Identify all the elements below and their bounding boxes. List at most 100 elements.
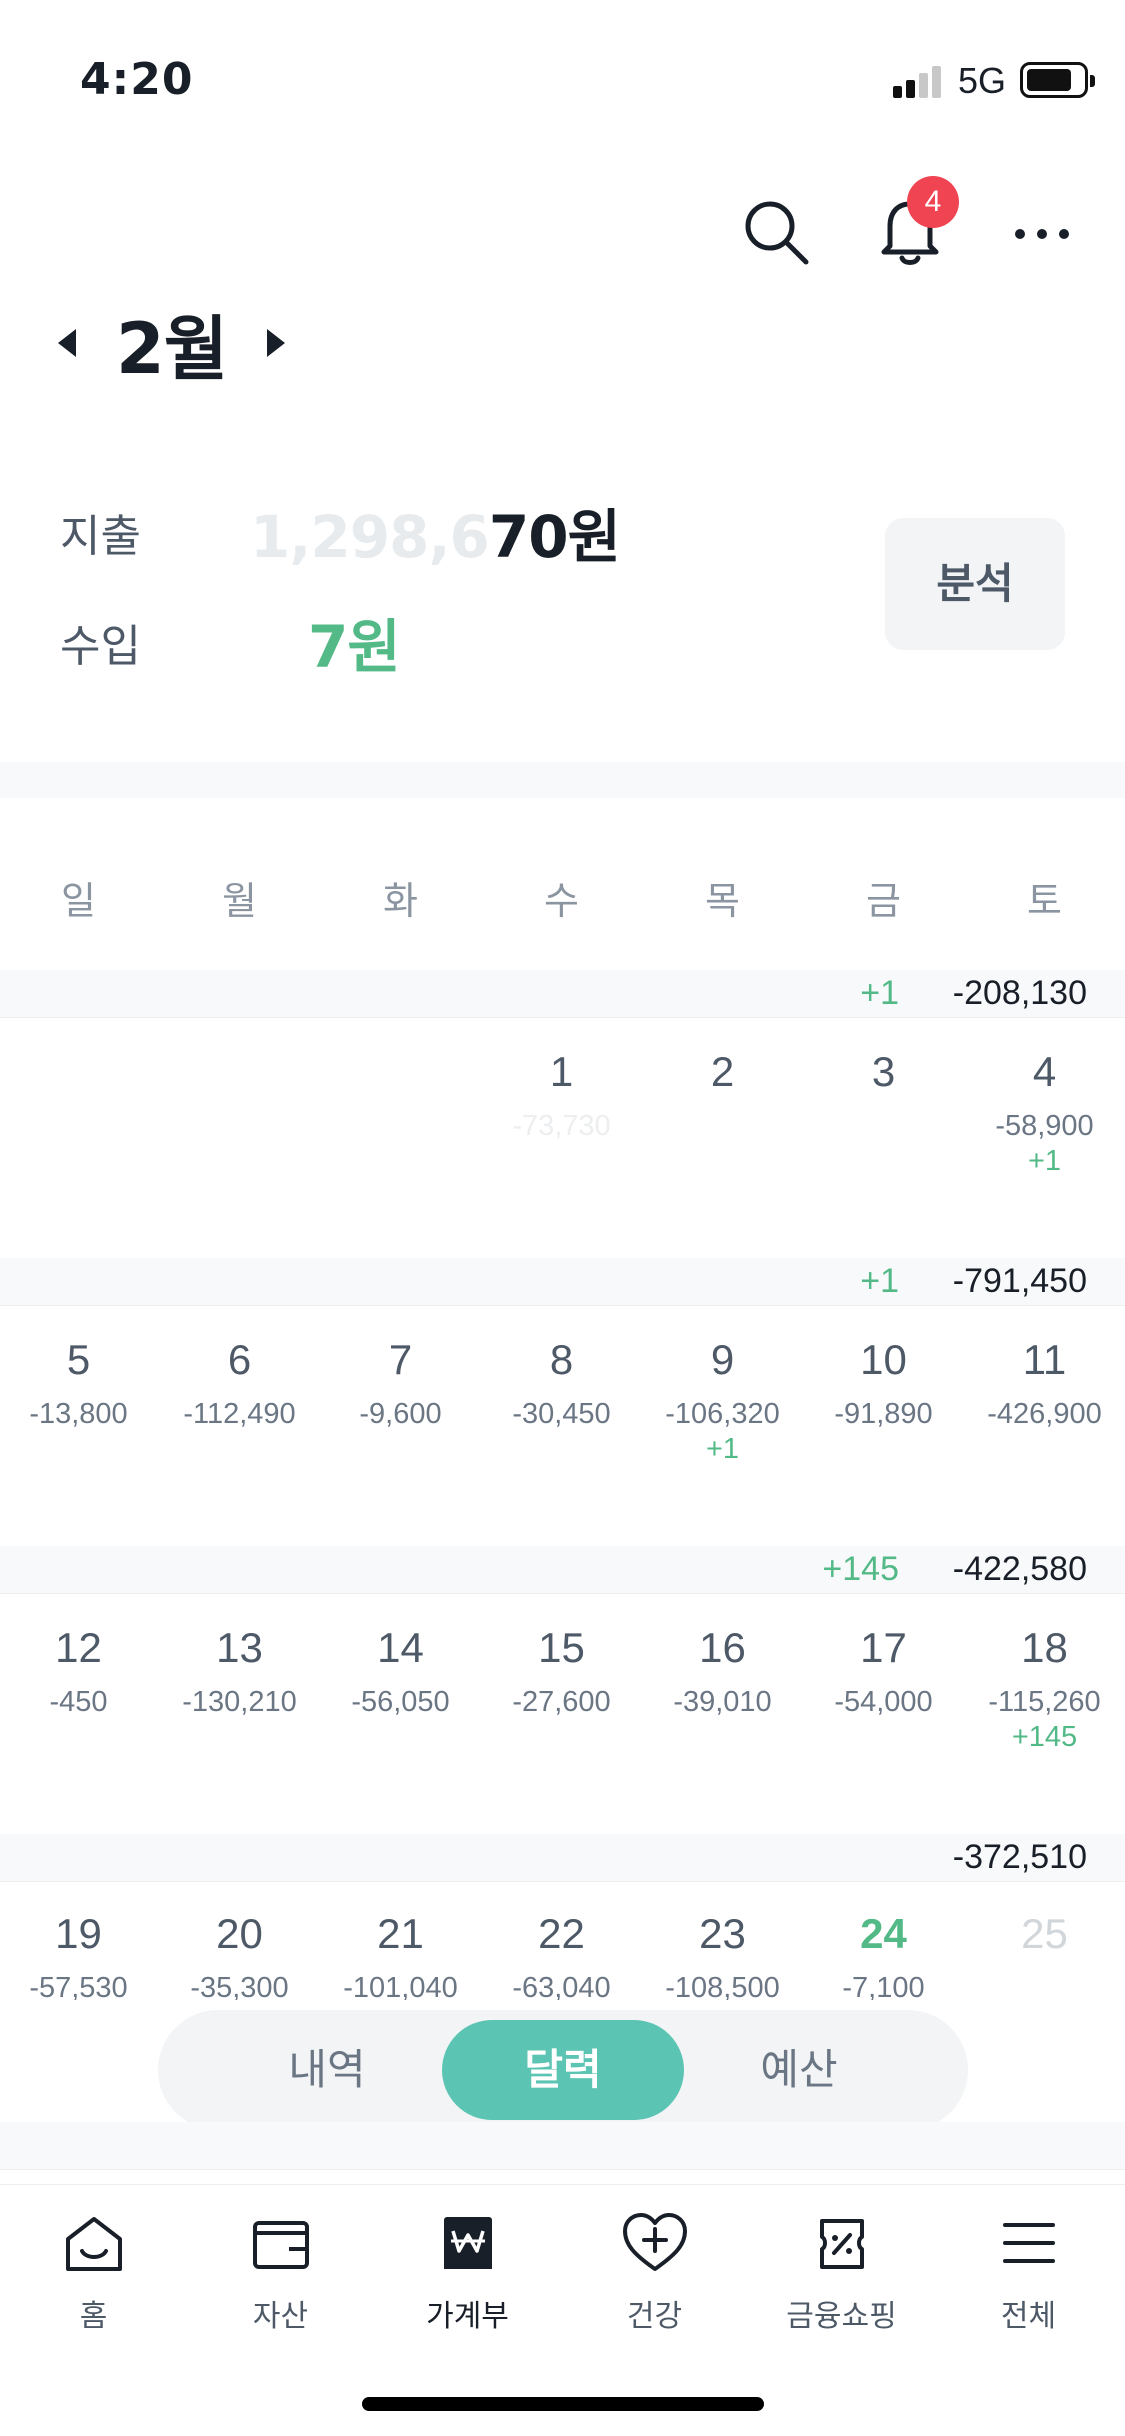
more-icon — [1015, 229, 1069, 239]
day-expense: -30,450 — [512, 1398, 611, 1430]
won-book-icon — [443, 2217, 492, 2269]
calendar-day[interactable]: 2 — [642, 1044, 803, 1100]
weekday-label: 월 — [222, 879, 257, 923]
calendar-day[interactable]: 7 -9,600 — [320, 1332, 481, 1432]
tab-all[interactable]: 전체 — [935, 2211, 1122, 2335]
day-income: +145 — [1011, 1721, 1078, 1753]
calendar-day[interactable]: 3 — [803, 1044, 964, 1100]
status-time: 4:20 — [80, 54, 194, 105]
calendar-day[interactable]: 20 -35,300 — [159, 1906, 320, 2000]
calendar-day[interactable]: 25 — [964, 1906, 1125, 1962]
calendar-day[interactable]: 16 -39,010 — [642, 1620, 803, 1720]
day-number: 17 — [860, 1624, 907, 1671]
day-number: 4 — [1032, 1048, 1057, 1095]
day-number: 19 — [55, 1910, 102, 1957]
day-number: 11 — [1022, 1336, 1067, 1383]
segment-history[interactable]: 내역 — [206, 2020, 448, 2120]
calendar-day[interactable]: 18 -115,260 +145 — [964, 1620, 1125, 1754]
day-expense: -450 — [49, 1686, 108, 1718]
week-income: +1 — [860, 1262, 899, 1300]
week-total: -372,510 — [952, 1838, 1087, 1876]
day-income: +1 — [1027, 1145, 1062, 1177]
notification-badge: 4 — [907, 176, 959, 228]
segment-calendar[interactable]: 달력 — [442, 2020, 684, 2120]
search-icon — [745, 201, 809, 265]
prev-month-icon[interactable] — [58, 329, 76, 357]
tab-label: 건강 — [626, 2299, 683, 2334]
week-summary: +1 -208,130 — [0, 970, 1125, 1018]
day-number: 2 — [710, 1048, 735, 1095]
calendar-day[interactable]: 4 -58,900 +1 — [964, 1044, 1125, 1178]
day-expense: -106,320 — [665, 1398, 780, 1430]
day-number: 9 — [710, 1336, 735, 1383]
view-segment-control: 내역 달력 예산 — [158, 2010, 968, 2130]
tab-household-ledger[interactable]: 가계부 — [374, 2211, 561, 2335]
tab-label: 홈 — [79, 2299, 108, 2334]
calendar-day[interactable]: 23 -108,500 — [642, 1906, 803, 2000]
day-number: 24 — [860, 1910, 907, 1957]
day-expense: -13,800 — [29, 1398, 128, 1430]
day-number: 8 — [549, 1336, 574, 1383]
calendar-day[interactable]: 9 -106,320 +1 — [642, 1332, 803, 1466]
calendar-day[interactable]: 6 -112,490 — [159, 1332, 320, 1432]
day-expense: -115,260 — [988, 1686, 1101, 1718]
search-button[interactable] — [740, 196, 812, 268]
status-bar: 4:20 5G — [0, 0, 1125, 150]
calendar-day[interactable]: 14 -56,050 — [320, 1620, 481, 1720]
calendar-day[interactable]: 12 -450 — [0, 1620, 159, 1720]
tab-assets[interactable]: 자산 — [187, 2211, 374, 2335]
week-summary: -372,510 — [0, 1834, 1125, 1882]
weekday-label: 수 — [544, 879, 579, 923]
expense-label: 지출 — [60, 511, 141, 562]
calendar-day[interactable]: 15 -27,600 — [481, 1620, 642, 1720]
day-number: 6 — [227, 1336, 252, 1383]
calendar-day[interactable]: 5 -13,800 — [0, 1332, 159, 1432]
heart-plus-icon — [622, 2213, 687, 2271]
day-number: 13 — [216, 1624, 263, 1671]
day-expense: -39,010 — [673, 1686, 772, 1718]
segment-budget[interactable]: 예산 — [678, 2020, 920, 2120]
day-number: 5 — [66, 1336, 91, 1383]
section-divider — [0, 762, 1125, 798]
next-month-icon[interactable] — [267, 329, 286, 357]
week-total: -791,450 — [952, 1262, 1087, 1300]
day-expense: -101,040 — [343, 1972, 458, 2000]
tab-label: 금융쇼핑 — [786, 2299, 897, 2334]
tab-health[interactable]: 건강 — [561, 2211, 748, 2335]
tab-home[interactable]: 홈 — [0, 2211, 187, 2335]
analysis-button[interactable]: 분석 — [885, 518, 1065, 650]
network-type: 5G — [958, 60, 1007, 101]
calendar-day[interactable]: 8 -30,450 — [481, 1332, 642, 1432]
tab-financial-shopping[interactable]: 금융쇼핑 — [748, 2211, 935, 2335]
day-expense: -9,600 — [359, 1398, 442, 1430]
menu-icon — [1002, 2223, 1055, 2263]
day-number: 7 — [388, 1336, 413, 1383]
expense-value: 1,298,670원 — [250, 490, 621, 574]
day-expense: -91,890 — [834, 1398, 933, 1430]
expense-visible-amount: 70원 — [488, 503, 621, 571]
calendar-day[interactable]: 10 -91,890 — [803, 1332, 964, 1432]
weekday-header: 일월화수목금토 — [0, 870, 1125, 940]
calendar-day[interactable]: 17 -54,000 — [803, 1620, 964, 1720]
weekday-label: 화 — [383, 879, 418, 923]
income-summary: 수입 7원 — [60, 600, 401, 684]
tab-label: 가계부 — [426, 2299, 509, 2334]
calendar-day[interactable]: 22 -63,040 — [481, 1906, 642, 2000]
calendar-day[interactable]: 19 -57,530 — [0, 1906, 159, 2000]
income-label: 수입 — [60, 621, 141, 672]
calendar-day[interactable]: 13 -130,210 — [159, 1620, 320, 1720]
calendar-day[interactable]: 11 -426,900 — [964, 1332, 1125, 1432]
calendar-day[interactable]: 21 -101,040 — [320, 1906, 481, 2000]
week-row-clipped: 19 -57,530 20 -35,300 21 -101,040 22 -63,040 23 -… — [0, 1880, 1125, 2000]
day-number: 22 — [538, 1910, 585, 1957]
day-number: 20 — [216, 1910, 263, 1957]
coupon-icon — [819, 2219, 864, 2269]
day-expense: -63,040 — [512, 1972, 611, 2000]
calendar-day[interactable]: 1 -73,730 — [481, 1044, 642, 1144]
weekday-label: 금 — [866, 879, 901, 923]
day-expense: -112,490 — [183, 1398, 296, 1430]
calendar-day[interactable]: 24 -7,100 — [803, 1906, 964, 2000]
day-expense: -426,900 — [987, 1398, 1102, 1430]
more-button[interactable] — [1012, 214, 1072, 254]
day-expense: -35,300 — [190, 1972, 289, 2000]
